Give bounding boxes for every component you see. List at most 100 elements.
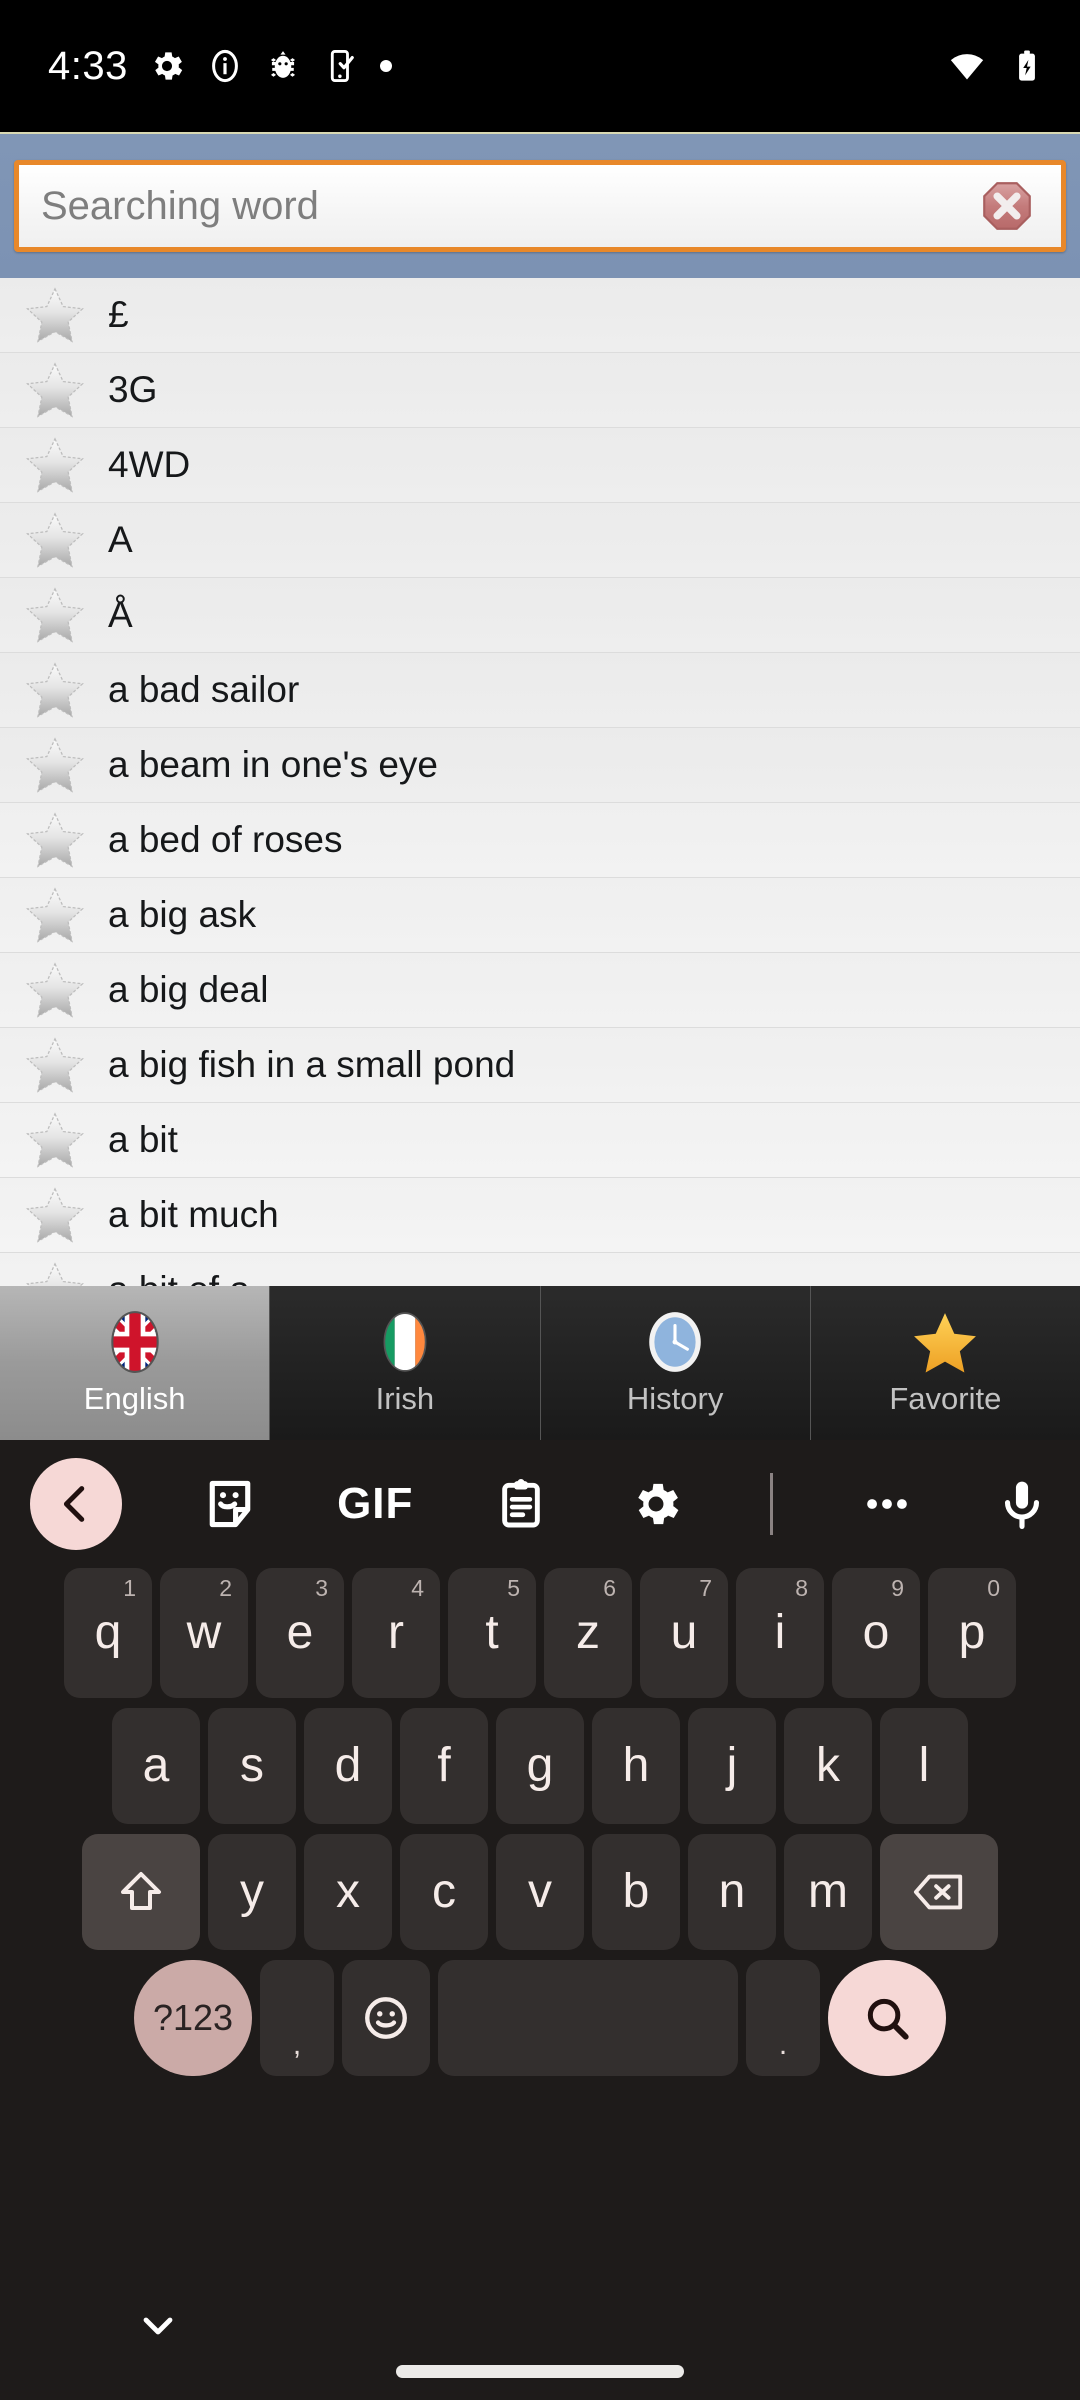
key-r[interactable]: r4 [352, 1568, 440, 1698]
word-list-item[interactable]: a big deal [0, 953, 1080, 1028]
key-j[interactable]: j [688, 1708, 776, 1824]
key-b[interactable]: b [592, 1834, 680, 1950]
key-t[interactable]: t5 [448, 1568, 536, 1698]
key-u[interactable]: u7 [640, 1568, 728, 1698]
word-list-item[interactable]: 4WD [0, 428, 1080, 503]
key-c[interactable]: c [400, 1834, 488, 1950]
toolbar-divider [769, 1473, 773, 1535]
key-q[interactable]: q1 [64, 1568, 152, 1698]
star-outline-icon[interactable] [24, 809, 86, 871]
key-label: z [576, 1606, 600, 1659]
search-field[interactable] [14, 160, 1066, 252]
keyboard-back-button[interactable] [30, 1458, 122, 1550]
key-label: k [816, 1739, 840, 1792]
clock-icon [649, 1312, 701, 1372]
word-list-item[interactable]: £ [0, 278, 1080, 353]
key-k[interactable]: k [784, 1708, 872, 1824]
comma-key[interactable]: , [260, 1960, 334, 2076]
key-g[interactable]: g [496, 1708, 584, 1824]
tab-history[interactable]: History [540, 1286, 811, 1440]
star-filled-icon [914, 1313, 977, 1373]
shift-key[interactable] [82, 1834, 200, 1950]
key-y[interactable]: y [208, 1834, 296, 1950]
key-superscript: 7 [699, 1575, 712, 1601]
search-input[interactable] [41, 165, 979, 247]
key-i[interactable]: i8 [736, 1568, 824, 1698]
gear-icon [638, 1483, 679, 1525]
tab-irish[interactable]: Irish [270, 1286, 541, 1440]
space-key[interactable] [438, 1960, 738, 2076]
key-o[interactable]: o9 [832, 1568, 920, 1698]
key-p[interactable]: p0 [928, 1568, 1016, 1698]
key-x[interactable]: x [304, 1834, 392, 1950]
word-label: a big ask [108, 894, 257, 935]
key-w[interactable]: w2 [160, 1568, 248, 1698]
star-outline-icon[interactable] [24, 884, 86, 946]
star-outline-icon[interactable] [24, 359, 86, 421]
sticker-icon [209, 1480, 250, 1528]
key-n[interactable]: n [688, 1834, 776, 1950]
word-list-item[interactable]: a bit of a [0, 1253, 1080, 1286]
key-f[interactable]: f [400, 1708, 488, 1824]
search-enter-key[interactable] [828, 1960, 946, 2076]
word-list-item[interactable]: a big ask [0, 878, 1080, 953]
tab-english[interactable]: English [0, 1286, 271, 1440]
tab-favorite[interactable]: Favorite [810, 1286, 1080, 1440]
key-e[interactable]: e3 [256, 1568, 344, 1698]
sticker-button[interactable] [202, 1440, 258, 1568]
status-bar-right [948, 47, 1046, 85]
backspace-key[interactable] [880, 1834, 998, 1950]
key-d[interactable]: d [304, 1708, 392, 1824]
word-list-item[interactable]: a bed of roses [0, 803, 1080, 878]
keyboard-more-button[interactable] [859, 1440, 915, 1568]
key-l[interactable]: l [880, 1708, 968, 1824]
hide-keyboard-button[interactable] [134, 2302, 182, 2350]
word-list-item[interactable]: a beam in one's eye [0, 728, 1080, 803]
word-label: Å [108, 594, 133, 635]
key-m[interactable]: m [784, 1834, 872, 1950]
phone-screen: 4:33 Searching word £ 3G 4WD A Å a bad s… [0, 0, 1080, 2400]
emoji-smiley-icon [365, 1997, 407, 2039]
key-a[interactable]: a [112, 1708, 200, 1824]
key-z[interactable]: z6 [544, 1568, 632, 1698]
keyboard-settings-button[interactable] [628, 1440, 684, 1568]
word-list-item[interactable]: a bit [0, 1103, 1080, 1178]
status-bar-left: 4:33 [48, 44, 948, 89]
keyboard-toolbar: GIF [0, 1440, 1080, 1568]
key-v[interactable]: v [496, 1834, 584, 1950]
star-outline-icon[interactable] [24, 509, 86, 571]
star-outline-icon[interactable] [24, 434, 86, 496]
clear-search-button[interactable] [979, 178, 1035, 234]
word-list-item[interactable]: a bad sailor [0, 653, 1080, 728]
star-outline-icon[interactable] [24, 1259, 86, 1286]
word-list-item[interactable]: a big fish in a small pond [0, 1028, 1080, 1103]
star-outline-icon[interactable] [24, 659, 86, 721]
star-outline-icon[interactable] [24, 734, 86, 796]
star-outline-icon[interactable] [24, 959, 86, 1021]
gear-icon [154, 52, 183, 80]
star-outline-icon[interactable] [24, 1034, 86, 1096]
word-list-item[interactable]: Å [0, 578, 1080, 653]
star-outline-icon[interactable] [24, 284, 86, 346]
word-list-item[interactable]: A [0, 503, 1080, 578]
star-outline-icon[interactable] [24, 1184, 86, 1246]
star-outline-icon[interactable] [24, 1109, 86, 1171]
key-label: v [528, 1865, 552, 1918]
clipboard-button[interactable] [493, 1440, 549, 1568]
voice-input-button[interactable] [994, 1440, 1050, 1568]
period-key[interactable]: . [746, 1960, 820, 2076]
key-label: l [918, 1739, 930, 1792]
home-indicator[interactable] [396, 2365, 684, 2378]
symbols-key[interactable]: ?123 [134, 1960, 252, 2076]
gif-button[interactable]: GIF [337, 1440, 413, 1568]
word-list[interactable]: £3G 4WD A Åa bad sailor a beam in one's eye a… [0, 278, 1080, 1286]
key-h[interactable]: h [592, 1708, 680, 1824]
word-list-item[interactable]: a bit much [0, 1178, 1080, 1253]
key-s[interactable]: s [208, 1708, 296, 1824]
wifi-icon [950, 54, 984, 80]
star-outline-icon[interactable] [24, 584, 86, 646]
emoji-key[interactable] [342, 1960, 430, 2076]
key-label: q [94, 1606, 122, 1659]
battery-charging-icon [1019, 50, 1035, 81]
word-list-item[interactable]: 3G [0, 353, 1080, 428]
